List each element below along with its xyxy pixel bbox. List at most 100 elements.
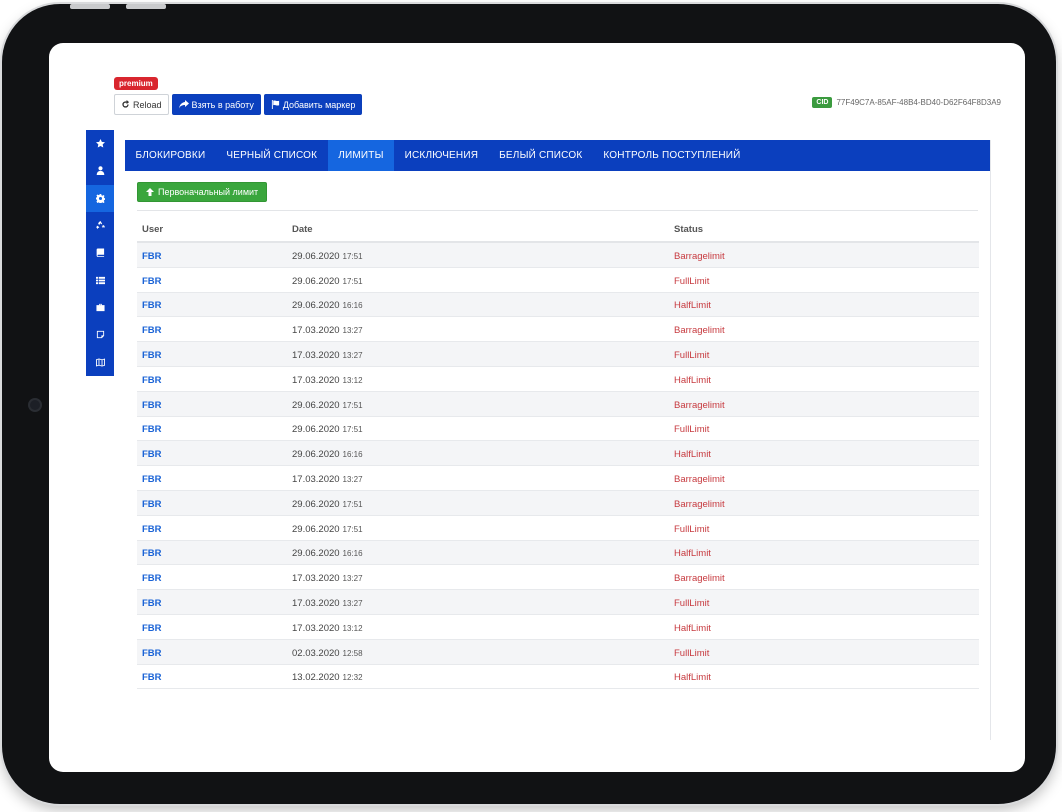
sidenav-item-briefcase[interactable] xyxy=(86,294,114,321)
refresh-icon xyxy=(122,100,130,108)
user-link[interactable]: FBR xyxy=(142,350,162,361)
book-icon xyxy=(96,248,104,258)
table-row: FBR 29.06.2020 17:51 Barragelimit xyxy=(137,391,979,417)
row-status: FullLimit xyxy=(674,275,710,287)
user-link[interactable]: FBR xyxy=(142,251,162,262)
table-row: FBR 02.03.2020 12:58 FullLimit xyxy=(137,639,979,665)
row-status: FullLimit xyxy=(674,350,710,362)
cid-info: CID 77F49C7A-85AF-48B4-BD40-D62F64F8D3A9 xyxy=(812,97,1001,108)
row-time: 16:16 xyxy=(342,549,363,559)
table-row: FBR 17.03.2020 13:27 Barragelimit xyxy=(137,317,979,343)
user-link[interactable]: FBR xyxy=(142,375,162,386)
row-date: 29.06.2020 xyxy=(292,498,340,510)
table-row: FBR 13.02.2020 12:32 HalfLimit xyxy=(137,665,979,690)
user-link[interactable]: FBR xyxy=(142,598,162,609)
gear-icon xyxy=(95,193,105,203)
user-link[interactable]: FBR xyxy=(142,648,162,659)
row-status: HalfLimit xyxy=(674,374,711,386)
initial-limit-label: Первоначальный лимит xyxy=(158,187,259,197)
row-date: 17.03.2020 xyxy=(292,598,340,610)
initial-limit-button[interactable]: Первоначальный лимит xyxy=(137,182,268,202)
briefcase-icon xyxy=(95,303,105,312)
user-link[interactable]: FBR xyxy=(142,325,162,336)
user-link[interactable]: FBR xyxy=(142,400,162,411)
user-link[interactable]: FBR xyxy=(142,276,162,287)
sidenav-item-favorites[interactable] xyxy=(86,130,114,157)
table-row: FBR 17.03.2020 13:27 Barragelimit xyxy=(137,466,979,491)
add-marker-label: Добавить маркер xyxy=(282,99,356,110)
row-date: 13.02.2020 xyxy=(292,672,340,684)
row-time: 13:27 xyxy=(342,574,363,584)
row-status: Barragelimit xyxy=(674,399,725,411)
user-link[interactable]: FBR xyxy=(142,548,162,559)
table-row: FBR 29.06.2020 16:16 HalfLimit xyxy=(137,441,979,467)
flag-icon xyxy=(271,100,279,109)
header-user: User xyxy=(142,223,164,235)
tab-exceptions[interactable]: ИСКЛЮЧЕНИЯ xyxy=(394,140,489,171)
row-status: Barragelimit xyxy=(674,573,725,585)
table-row: FBR 29.06.2020 17:51 Barragelimit xyxy=(137,243,979,268)
row-status: Barragelimit xyxy=(674,474,725,486)
table-row: FBR 29.06.2020 17:51 FullLimit xyxy=(137,268,979,293)
row-time: 13:27 xyxy=(342,326,363,336)
take-to-work-button[interactable]: Взять в работу xyxy=(171,94,261,115)
row-time: 17:51 xyxy=(342,425,363,435)
tab-limits[interactable]: ЛИМИТЫ xyxy=(327,140,395,171)
row-time: 13:12 xyxy=(342,623,363,633)
tab-blocks[interactable]: БЛОКИРОВКИ xyxy=(125,140,216,171)
row-status: HalfLimit xyxy=(674,622,711,634)
header-date: Date xyxy=(292,223,313,235)
tab-blacklist[interactable]: ЧЕРНЫЙ СПИСОК xyxy=(216,140,328,171)
user-link[interactable]: FBR xyxy=(142,524,162,535)
row-date: 29.06.2020 xyxy=(292,548,340,560)
add-marker-button[interactable]: Добавить маркер xyxy=(263,94,363,115)
row-time: 16:16 xyxy=(342,301,363,311)
arrow-up-icon xyxy=(146,188,154,196)
limits-table: User Date Status FBR 29.06.2020 17:51 Barra… xyxy=(137,217,979,690)
row-date: 17.03.2020 xyxy=(292,573,340,585)
cid-badge: CID xyxy=(812,97,833,108)
row-date: 29.06.2020 xyxy=(292,424,340,436)
header-status: Status xyxy=(674,223,704,235)
user-link[interactable]: FBR xyxy=(142,499,162,510)
reload-label: Reload xyxy=(133,99,162,110)
note-icon xyxy=(96,331,104,339)
tab-income-control[interactable]: КОНТРОЛЬ ПОСТУПЛЕНИЙ xyxy=(593,140,751,171)
sidenav-item-note[interactable] xyxy=(86,321,114,348)
tab-whitelist[interactable]: БЕЛЫЙ СПИСОК xyxy=(489,140,593,171)
camera-icon xyxy=(30,400,40,410)
row-status: HalfLimit xyxy=(674,449,711,461)
row-date: 17.03.2020 xyxy=(292,622,340,634)
limits-panel: БЛОКИРОВКИ ЧЕРНЫЙ СПИСОК ЛИМИТЫ ИСКЛЮЧЕН… xyxy=(125,140,991,740)
sidenav-item-book[interactable] xyxy=(86,239,114,266)
cid-value: 77F49C7A-85AF-48B4-BD40-D62F64F8D3A9 xyxy=(836,98,1001,107)
sidenav-item-map[interactable] xyxy=(86,348,114,375)
row-status: HalfLimit xyxy=(674,672,711,684)
list-icon xyxy=(95,276,105,284)
sidenav-item-recycle[interactable] xyxy=(86,212,114,239)
row-time: 13:27 xyxy=(342,351,363,361)
user-link[interactable]: FBR xyxy=(142,573,162,584)
user-link[interactable]: FBR xyxy=(142,300,162,311)
user-link[interactable]: FBR xyxy=(142,672,162,683)
sidenav-item-list[interactable] xyxy=(86,266,114,293)
user-link[interactable]: FBR xyxy=(142,424,162,435)
table-row: FBR 29.06.2020 17:51 FullLimit xyxy=(137,417,979,442)
row-status: Barragelimit xyxy=(674,498,725,510)
sidenav-item-settings[interactable] xyxy=(86,184,114,212)
row-date: 17.03.2020 xyxy=(292,325,340,337)
row-time: 12:58 xyxy=(342,648,363,658)
user-link[interactable]: FBR xyxy=(142,474,162,485)
row-time: 17:51 xyxy=(342,400,363,410)
table-body: FBR 29.06.2020 17:51 Barragelimit FBR 29.06.2… xyxy=(137,243,979,690)
user-link[interactable]: FBR xyxy=(142,449,162,460)
star-icon xyxy=(95,139,105,148)
row-date: 29.06.2020 xyxy=(292,275,340,287)
reload-button[interactable]: Reload xyxy=(114,94,169,115)
user-link[interactable]: FBR xyxy=(142,623,162,634)
premium-badge: premium xyxy=(114,77,158,90)
table-row: FBR 17.03.2020 13:12 HalfLimit xyxy=(137,615,979,640)
sidenav-item-user[interactable] xyxy=(86,157,114,184)
user-icon xyxy=(96,166,104,176)
toolbar: Reload Взять в работу Добавить маркер xyxy=(114,94,363,115)
